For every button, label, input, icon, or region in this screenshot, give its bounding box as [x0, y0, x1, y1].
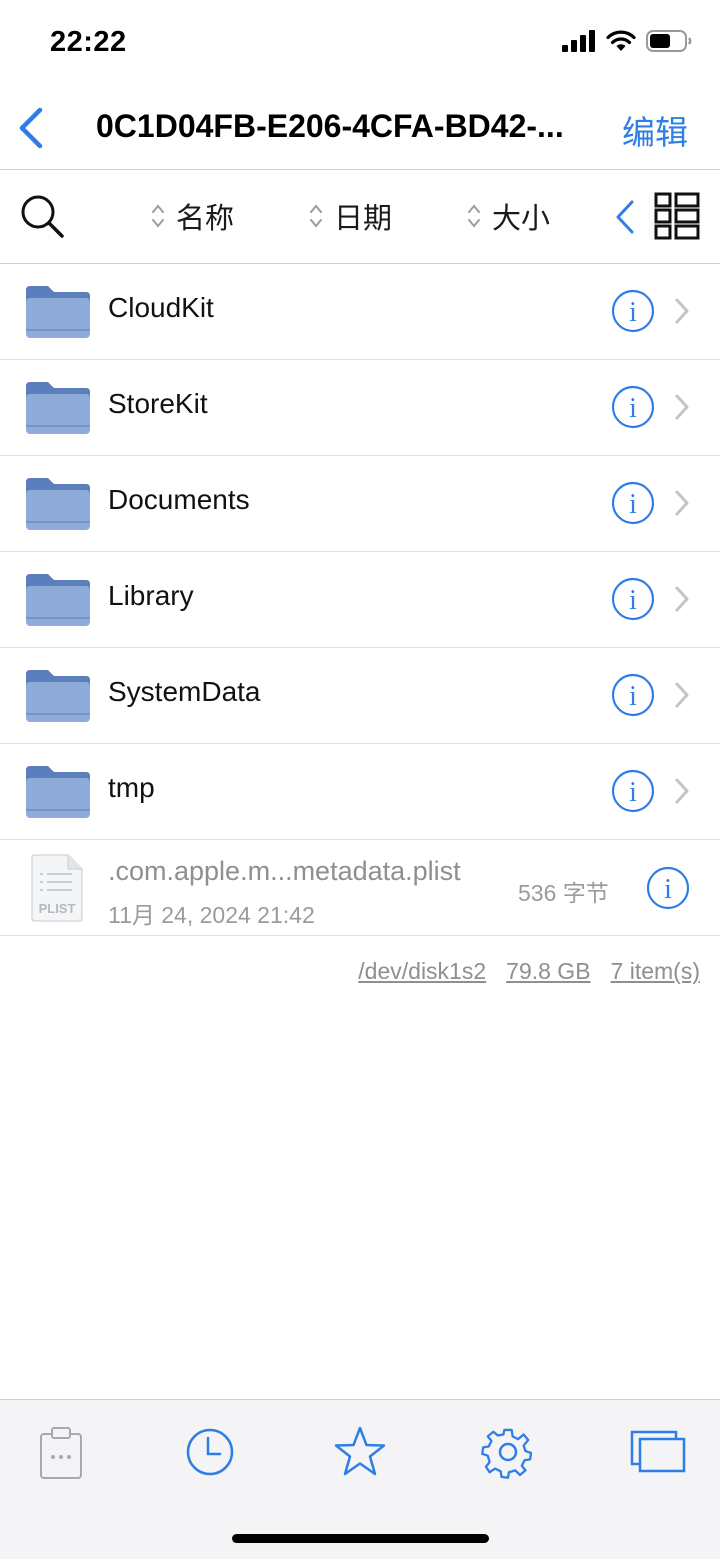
- windows-icon[interactable]: [628, 1422, 688, 1482]
- svg-text:i: i: [629, 777, 637, 808]
- sort-date-label: 日期: [334, 203, 393, 235]
- sort-toolbar: 名称 日期 大小: [0, 170, 720, 264]
- folder-icon: [26, 766, 90, 818]
- home-indicator: [232, 1534, 489, 1543]
- folder-name: CloudKit: [108, 292, 214, 323]
- svg-text:i: i: [629, 489, 637, 520]
- folder-row[interactable]: SystemData i: [0, 648, 720, 744]
- info-icon[interactable]: i: [611, 481, 655, 525]
- info-icon[interactable]: i: [611, 289, 655, 333]
- gear-icon[interactable]: [478, 1422, 538, 1482]
- free-space-link[interactable]: 79.8 GB: [506, 958, 590, 985]
- svg-text:PLIST: PLIST: [39, 901, 76, 916]
- folder-icon: [26, 670, 90, 722]
- clock-icon[interactable]: [180, 1422, 240, 1482]
- folder-row[interactable]: tmp i: [0, 744, 720, 840]
- sort-size-label: 大小: [492, 203, 551, 235]
- folder-row[interactable]: Library i: [0, 552, 720, 648]
- list-layout-icon[interactable]: [654, 192, 700, 240]
- item-count-link[interactable]: 7 item(s): [611, 958, 700, 985]
- info-icon[interactable]: i: [646, 866, 690, 910]
- svg-text:i: i: [629, 585, 637, 616]
- status-time: 22:22: [50, 26, 127, 58]
- storage-info: /dev/disk1s2 79.8 GB 7 item(s): [358, 958, 700, 985]
- sort-by-name-button[interactable]: 名称: [150, 196, 234, 236]
- sort-arrows-icon: [310, 204, 322, 228]
- folder-row[interactable]: Documents i: [0, 456, 720, 552]
- svg-text:i: i: [629, 681, 637, 712]
- folder-name: Documents: [108, 484, 250, 515]
- svg-text:i: i: [629, 297, 637, 328]
- star-icon[interactable]: [330, 1422, 390, 1482]
- svg-text:i: i: [629, 393, 637, 424]
- folder-name: StoreKit: [108, 388, 208, 419]
- status-icons: [562, 30, 692, 52]
- info-icon[interactable]: i: [611, 385, 655, 429]
- folder-icon: [26, 478, 90, 530]
- info-icon[interactable]: i: [611, 577, 655, 621]
- sort-by-date-button[interactable]: 日期: [308, 196, 392, 236]
- folder-icon: [26, 574, 90, 626]
- page-title: 0C1D04FB-E206-4CFA-BD42-...: [96, 108, 564, 144]
- signal-icon: [562, 30, 595, 52]
- back-chevron-icon[interactable]: [14, 106, 50, 150]
- chevron-right-icon: [675, 778, 689, 804]
- search-icon[interactable]: [18, 192, 68, 242]
- folder-row[interactable]: CloudKit i: [0, 264, 720, 360]
- chevron-right-icon: [675, 682, 689, 708]
- sort-name-label: 名称: [176, 203, 235, 235]
- svg-text:i: i: [664, 874, 672, 905]
- wifi-icon: [606, 30, 636, 51]
- info-icon[interactable]: i: [611, 673, 655, 717]
- sort-arrows-icon: [468, 204, 480, 228]
- battery-icon: [646, 30, 692, 52]
- tab-bar: [0, 1399, 720, 1559]
- folder-icon: [26, 382, 90, 434]
- plist-file-icon: PLIST: [31, 854, 83, 922]
- chevron-right-icon: [675, 394, 689, 420]
- edit-button[interactable]: 编辑: [622, 106, 688, 154]
- sort-arrows-icon: [152, 204, 164, 228]
- info-icon[interactable]: i: [611, 769, 655, 813]
- file-name: .com.apple.m...metadata.plist: [108, 856, 461, 886]
- disk-link[interactable]: /dev/disk1s2: [358, 958, 486, 985]
- chevron-right-icon: [675, 586, 689, 612]
- chevron-right-icon: [675, 490, 689, 516]
- folder-name: tmp: [108, 772, 155, 803]
- chevron-right-icon: [675, 298, 689, 324]
- folder-name: Library: [108, 580, 194, 611]
- file-row[interactable]: PLIST .com.apple.m...metadata.plist 11月 …: [0, 840, 720, 936]
- collapse-chevron-icon[interactable]: [612, 198, 638, 236]
- file-date: 11月 24, 2024 21:42: [108, 902, 315, 928]
- folder-icon: [26, 286, 90, 338]
- folder-row[interactable]: StoreKit i: [0, 360, 720, 456]
- sort-by-size-button[interactable]: 大小: [466, 196, 550, 236]
- file-size: 536 字节: [518, 880, 609, 906]
- status-bar: 22:22: [0, 0, 720, 88]
- file-list: CloudKit i StoreKit i Documents i Librar…: [0, 264, 720, 936]
- folder-name: SystemData: [108, 676, 261, 707]
- navigation-bar: 0C1D04FB-E206-4CFA-BD42-... 编辑: [0, 88, 720, 170]
- clipboard-icon[interactable]: [30, 1422, 90, 1482]
